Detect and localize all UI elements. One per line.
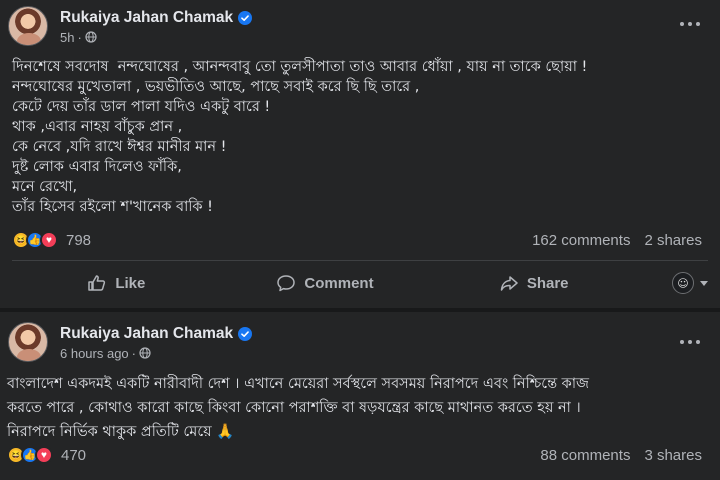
thumbs-up-icon <box>88 275 106 291</box>
comment-button[interactable]: Comment <box>221 265 430 301</box>
reaction-identity-selector[interactable]: ☺ <box>638 272 709 294</box>
author-name[interactable]: Rukaiya Jahan Chamak <box>60 325 233 343</box>
post-header: Rukaiya Jahan Chamak 5h · <box>8 4 253 48</box>
reaction-summary[interactable]: 😆 👍 ♥ 470 <box>7 446 86 464</box>
love-reaction-icon: ♥ <box>40 231 58 249</box>
post-actions: Like Comment Share ☺ <box>12 263 709 303</box>
engagement-counts: 88 comments 3 shares <box>540 447 702 464</box>
globe-icon <box>139 347 151 359</box>
share-label: Share <box>526 274 569 292</box>
post-header: Rukaiya Jahan Chamak 6 hours ago · <box>8 320 253 364</box>
like-label: Like <box>115 274 146 292</box>
comment-label: Comment <box>304 274 374 292</box>
separator-dot: · <box>77 29 82 45</box>
post-card-1: Rukaiya Jahan Chamak 5h · দিনশেষে সবদোষ … <box>0 0 720 308</box>
more-options-icon[interactable] <box>678 12 702 36</box>
author-avatar[interactable] <box>8 6 48 46</box>
globe-icon <box>85 31 97 43</box>
author-name[interactable]: Rukaiya Jahan Chamak <box>60 9 233 27</box>
author-avatar[interactable] <box>8 322 48 362</box>
shares-count[interactable]: 2 shares <box>644 232 702 249</box>
post-stats: 😆 👍 ♥ 470 88 comments 3 shares <box>7 443 702 467</box>
love-reaction-icon: ♥ <box>35 446 53 464</box>
comment-bubble-icon <box>277 275 296 292</box>
post-meta: Rukaiya Jahan Chamak 6 hours ago · <box>60 324 253 361</box>
author-name-row: Rukaiya Jahan Chamak <box>60 324 253 344</box>
post-text: দিনশেষে সবদোষ নন্দঘোষের , আনন্দবাবু তো ত… <box>12 59 588 215</box>
like-button[interactable]: Like <box>12 265 221 301</box>
post-time-row: 5h · <box>60 30 252 45</box>
share-button[interactable]: Share <box>429 265 638 301</box>
post-text: বাংলাদেশ একদমই একটি নারীবাদী দেশ । এখানে… <box>7 376 589 440</box>
verified-badge-icon <box>238 10 253 25</box>
post-card-2: Rukaiya Jahan Chamak 6 hours ago · বাংলা… <box>0 312 720 480</box>
separator-dot: · <box>131 345 137 361</box>
verified-badge-icon <box>238 326 253 341</box>
more-options-icon[interactable] <box>678 330 702 354</box>
post-time-row: 6 hours ago · <box>60 346 252 361</box>
comments-count[interactable]: 162 comments <box>532 232 630 249</box>
divider <box>12 260 708 261</box>
post-timestamp[interactable]: 5h <box>60 30 74 45</box>
post-meta: Rukaiya Jahan Chamak 5h · <box>60 8 253 45</box>
share-arrow-icon <box>500 276 518 291</box>
post-timestamp[interactable]: 6 hours ago <box>60 346 129 361</box>
shares-count[interactable]: 3 shares <box>644 447 702 464</box>
engagement-counts: 162 comments 2 shares <box>532 232 702 249</box>
reaction-count[interactable]: 798 <box>66 232 91 249</box>
post-stats: 😆 👍 ♥ 798 162 comments 2 shares <box>12 228 702 252</box>
reaction-summary[interactable]: 😆 👍 ♥ 798 <box>12 231 91 249</box>
chevron-down-icon <box>700 280 709 286</box>
viewer-avatar: ☺ <box>672 272 695 294</box>
comments-count[interactable]: 88 comments <box>540 447 630 464</box>
author-name-row: Rukaiya Jahan Chamak <box>60 8 253 28</box>
reaction-count[interactable]: 470 <box>61 447 86 464</box>
